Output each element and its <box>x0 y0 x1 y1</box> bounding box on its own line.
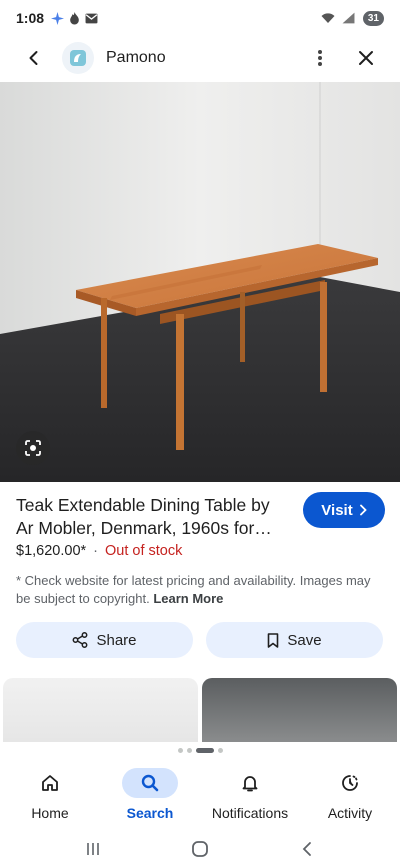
visit-button[interactable]: Visit <box>303 492 385 528</box>
separator-dot: · <box>93 543 98 559</box>
related-image-1[interactable] <box>3 678 198 742</box>
status-bar: 1:08 31 <box>0 0 400 36</box>
save-label: Save <box>287 631 322 649</box>
bell-icon <box>222 768 278 798</box>
back-arrow-icon <box>29 51 38 65</box>
chevron-right-icon <box>359 504 367 516</box>
save-button[interactable]: Save <box>206 622 383 658</box>
back-chevron-icon <box>302 841 311 856</box>
home-icon <box>22 768 78 798</box>
visit-label: Visit <box>321 501 353 519</box>
nav-activity[interactable]: Activity <box>300 760 400 830</box>
google-lens-button[interactable] <box>16 431 50 465</box>
disclaimer-text: * Check website for latest pricing and a… <box>16 572 388 608</box>
share-label: Share <box>96 631 137 649</box>
stock-status: Out of stock <box>105 543 183 559</box>
site-logo-icon <box>62 42 94 74</box>
share-button[interactable]: Share <box>16 622 193 658</box>
page-dot-active <box>195 748 214 753</box>
fire-icon <box>67 11 81 25</box>
back-button[interactable] <box>12 36 56 80</box>
nav-activity-label: Activity <box>327 805 373 821</box>
close-button[interactable] <box>344 36 388 80</box>
page-dot <box>177 748 183 753</box>
nav-notifications[interactable]: Notifications <box>200 760 300 830</box>
page-indicator <box>0 748 400 753</box>
nav-notifications-label: Notifications <box>211 805 289 821</box>
activity-icon <box>322 768 378 798</box>
status-right: 31 <box>321 10 384 26</box>
signal-icon <box>342 11 356 25</box>
site-name: Pamono <box>106 49 166 66</box>
home-circle-icon <box>192 840 208 857</box>
top-app-bar: Pamono <box>0 36 400 80</box>
nav-home-label: Home <box>31 805 69 821</box>
battery-indicator: 31 <box>362 10 384 26</box>
gemini-spark-icon <box>50 11 64 25</box>
page-dot <box>217 748 223 753</box>
product-title[interactable]: Teak Extendable Dining Table by Ar Moble… <box>16 494 288 540</box>
wifi-icon <box>321 11 335 25</box>
bottom-navigation: Home Search Notifications Activity <box>0 760 400 830</box>
price-row: $1,620.00* · Out of stock <box>16 543 182 559</box>
system-navigation-bar <box>0 830 400 867</box>
bookmark-icon <box>268 632 279 648</box>
related-image-2[interactable] <box>202 678 397 742</box>
recent-apps-button[interactable] <box>73 834 113 864</box>
nav-search[interactable]: Search <box>100 760 200 830</box>
nav-search-label: Search <box>126 805 174 821</box>
recents-icon <box>87 842 100 855</box>
search-icon <box>122 768 178 798</box>
nav-home[interactable]: Home <box>0 760 100 830</box>
product-price: $1,620.00* <box>16 543 87 559</box>
share-icon <box>73 632 88 648</box>
google-lens-icon <box>25 440 41 456</box>
product-image[interactable] <box>0 82 400 482</box>
back-system-button[interactable] <box>287 834 327 864</box>
page-dot <box>186 748 192 753</box>
home-system-button[interactable] <box>180 834 220 864</box>
learn-more-link[interactable]: Learn More <box>153 591 223 606</box>
close-icon <box>359 51 373 65</box>
more-options-button[interactable] <box>300 36 340 80</box>
dining-table-photo <box>0 82 400 482</box>
mail-icon <box>84 11 98 25</box>
status-time: 1:08 <box>16 10 45 26</box>
more-vert-icon <box>318 50 322 66</box>
